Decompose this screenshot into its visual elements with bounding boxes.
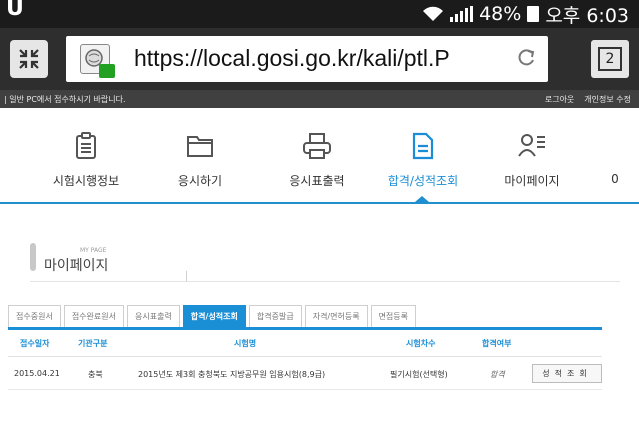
logout-link[interactable]: 로그아웃 — [545, 94, 574, 105]
column-header: 합격여부 — [482, 339, 512, 348]
nav-label: 합격/성적조회 — [387, 174, 459, 188]
site-identity-icon[interactable] — [80, 44, 115, 78]
nav-item-overflow[interactable]: 0 — [600, 108, 630, 204]
tab-license-register[interactable]: 자격/면허등록 — [304, 305, 368, 327]
mypage-tabs: 접수중원서 접수완료원서 응시표출력 합격/성적조회 합격증발급 자격/면허등록… — [8, 305, 417, 327]
column-header: 기관구분 — [78, 339, 108, 348]
table-row-rule — [8, 389, 602, 390]
account-links: 로그아웃 개인정보 수정 — [545, 94, 631, 105]
tab-interview-register[interactable]: 면접등록 — [370, 305, 417, 327]
tab-completed-applications[interactable]: 접수완료원서 — [63, 305, 124, 327]
active-nav-caret — [415, 196, 429, 202]
tab-pending-applications[interactable]: 접수중원서 — [8, 305, 61, 327]
u-badge-icon: U — [6, 0, 24, 21]
page-title-block: MY PAGE 마이페이지 — [30, 243, 620, 283]
title-divider — [186, 271, 187, 281]
nav-label: 시험시행정보 — [52, 174, 120, 188]
top-info-strip: | 일반 PC에서 접수하시기 바랍니다. 로그아웃 개인정보 수정 — [0, 90, 639, 108]
wifi-icon — [423, 6, 444, 21]
status-bar: U 48% 오후 6:03 — [0, 0, 639, 28]
nav-item-print-ticket[interactable]: 응시표출력 — [262, 108, 372, 204]
address-bar[interactable]: https://local.gosi.go.kr/kali/ptl.P — [66, 36, 548, 82]
column-header: 접수일자 — [20, 339, 50, 348]
signal-icon — [450, 6, 474, 22]
url-text[interactable]: https://local.gosi.go.kr/kali/ptl.P — [134, 45, 506, 72]
privacy-edit-link[interactable]: 개인정보 수정 — [584, 94, 631, 105]
tab-results[interactable]: 합격/성적조회 — [182, 305, 246, 327]
page-subtitle: MY PAGE — [80, 247, 107, 254]
title-rule — [30, 281, 620, 282]
cell-exam-name: 2015년도 제3회 충청북도 지방공무원 임용시험(8,9급) — [138, 370, 326, 379]
view-score-button[interactable]: 성적조회 — [532, 364, 602, 383]
person-list-icon — [516, 130, 548, 162]
nav-label: 응시표출력 — [289, 174, 345, 188]
clock: 오후 6:03 — [545, 4, 629, 27]
cell-result: 합격 — [490, 370, 505, 379]
battery-percent: 48% — [479, 3, 522, 25]
status-bar-right: 48% 오후 6:03 — [422, 0, 629, 28]
tab-print-ticket[interactable]: 응시표출력 — [126, 305, 180, 327]
page-title: 마이페이지 — [44, 258, 109, 274]
nav-item-mypage[interactable]: 마이페이지 — [482, 108, 582, 204]
pc-notice: | 일반 PC에서 접수하시기 바랍니다. — [4, 95, 126, 104]
tab-switcher-button[interactable]: 2 — [591, 40, 629, 78]
cell-agency: 충북 — [88, 370, 103, 379]
table-row: 2015.04.21 충북 2015년도 제3회 충청북도 지방공무원 임용시험… — [8, 357, 602, 389]
column-header: 시험차수 — [406, 339, 436, 348]
column-header: 시험명 — [234, 339, 257, 348]
nav-label: 응시하기 — [177, 174, 223, 188]
folder-icon — [184, 130, 216, 162]
cell-date: 2015.04.21 — [14, 369, 60, 378]
nav-item-results[interactable]: 합격/성적조회 — [368, 108, 478, 204]
title-accent-bar — [30, 243, 36, 271]
secure-lock-icon — [99, 64, 115, 78]
nav-label: 0 — [611, 172, 619, 186]
tab-count: 2 — [598, 47, 622, 71]
browser-toolbar: https://local.gosi.go.kr/kali/ptl.P 2 — [0, 28, 639, 90]
nav-label: 마이페이지 — [504, 174, 560, 188]
nav-item-exam-info[interactable]: 시험시행정보 — [38, 108, 134, 204]
tab-certificate[interactable]: 합격증발급 — [248, 305, 302, 327]
fullscreen-icon[interactable] — [10, 40, 48, 78]
clipboard-icon — [70, 130, 102, 162]
cell-round: 필기시험(선택형) — [390, 370, 448, 379]
document-icon — [407, 130, 439, 162]
results-table-header: 접수일자 기관구분 시험명 시험차수 합격여부 — [8, 330, 602, 356]
reload-icon[interactable] — [514, 47, 538, 71]
nav-item-apply[interactable]: 응시하기 — [152, 108, 248, 204]
main-nav: 시험시행정보 응시하기 응시표출력 합격/성적조회 마이페이지 0 — [0, 108, 639, 204]
printer-icon — [301, 130, 333, 162]
battery-icon — [527, 6, 540, 22]
